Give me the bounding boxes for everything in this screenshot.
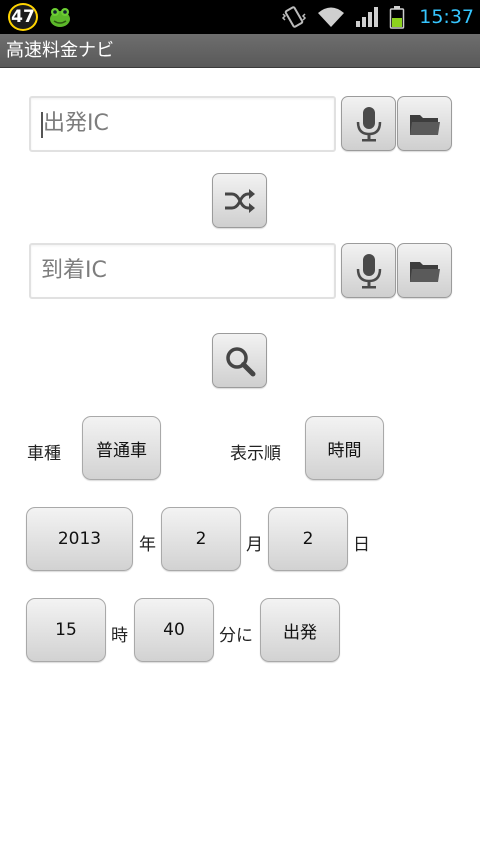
notification-count-badge: 47 [8, 3, 38, 31]
vehicle-type-label: 車種 [27, 444, 61, 464]
wifi-icon [318, 7, 345, 27]
swap-ic-button[interactable] [212, 173, 267, 228]
hour-button[interactable]: 15 [26, 598, 106, 662]
departure-ic-input[interactable]: 出発IC [29, 96, 336, 152]
clock: 15:37 [419, 6, 474, 28]
departure-voice-button[interactable] [341, 96, 396, 151]
arrival-ic-placeholder: 到着IC [41, 258, 107, 283]
folder-icon [409, 114, 440, 135]
app-title: 高速料金ナビ [6, 40, 114, 61]
arrival-list-button[interactable] [397, 243, 452, 298]
status-icons: 15:37 [281, 0, 474, 34]
signal-icon [356, 7, 379, 27]
frog-app-icon [50, 8, 70, 27]
status-bar: 47 15:37 [0, 0, 480, 34]
vehicle-type-button[interactable]: 普通車 [82, 416, 161, 480]
search-icon [225, 346, 255, 376]
arrival-ic-input[interactable]: 到着IC [29, 243, 336, 299]
minute-unit-label: 分に [219, 626, 253, 646]
month-unit-label: 月 [246, 535, 263, 555]
microphone-icon [356, 253, 381, 288]
hour-unit-label: 時 [111, 626, 128, 646]
shuffle-icon [224, 188, 255, 213]
battery-icon [389, 6, 405, 29]
day-unit-label: 日 [353, 535, 370, 555]
arrival-voice-button[interactable] [341, 243, 396, 298]
day-button[interactable]: 2 [268, 507, 348, 571]
app-title-bar: 高速料金ナビ [0, 34, 480, 68]
sort-order-label: 表示順 [230, 444, 281, 464]
vibrate-icon [282, 6, 307, 28]
microphone-icon [356, 106, 381, 141]
departure-list-button[interactable] [397, 96, 452, 151]
folder-icon [409, 261, 440, 282]
month-button[interactable]: 2 [161, 507, 241, 571]
minute-button[interactable]: 40 [134, 598, 214, 662]
search-button[interactable] [212, 333, 267, 388]
departure-ic-placeholder: 出発IC [43, 111, 109, 136]
year-unit-label: 年 [139, 535, 156, 555]
time-mode-button[interactable]: 出発 [260, 598, 340, 662]
year-button[interactable]: 2013 [26, 507, 133, 571]
sort-order-button[interactable]: 時間 [305, 416, 384, 480]
